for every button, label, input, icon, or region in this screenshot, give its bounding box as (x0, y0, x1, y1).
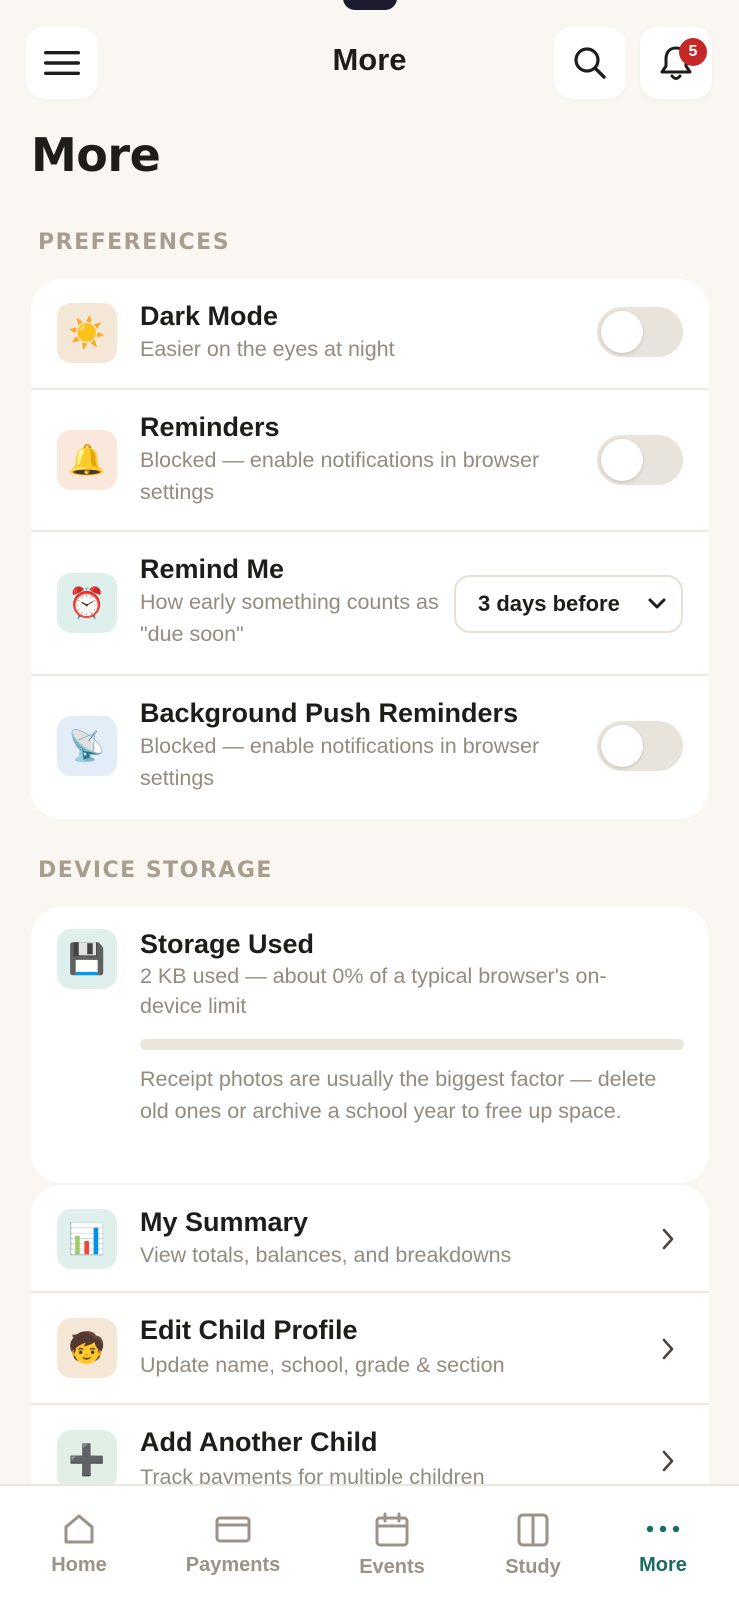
remind-me-selected-value: 3 days before (478, 591, 620, 616)
chevron-right-icon (662, 1228, 674, 1250)
storage-progress-bar (140, 1039, 684, 1050)
dark-mode-subtitle: Easier on the eyes at night (140, 337, 395, 361)
nav-events[interactable]: Events (327, 1486, 457, 1600)
add-another-child-title: Add Another Child (140, 1427, 378, 1457)
alarm-clock-icon: ⏰ (57, 573, 117, 633)
chevron-down-icon (648, 598, 666, 609)
chevron-right-icon (662, 1338, 674, 1360)
notifications-button[interactable]: 5 (640, 27, 712, 99)
nav-payments[interactable]: Payments (168, 1486, 298, 1600)
background-push-subtitle: Blocked — enable notifications in browse… (140, 734, 540, 790)
satellite-dish-icon: 📡 (57, 716, 117, 776)
background-push-toggle[interactable] (597, 721, 683, 771)
storage-card: 💾 Storage Used 2 KB used — about 0% of a… (31, 907, 709, 1183)
toggle-knob (601, 311, 643, 353)
reminders-subtitle: Blocked — enable notifications in browse… (140, 448, 540, 504)
remind-me-row: ⏰ Remind Me How early something counts a… (31, 532, 709, 676)
sun-icon: ☀️ (57, 303, 117, 363)
nav-study-label: Study (505, 1556, 561, 1578)
background-push-row: 📡 Background Push Reminders Blocked — en… (31, 676, 709, 819)
dark-mode-toggle[interactable] (597, 307, 683, 357)
nav-more[interactable]: More (598, 1486, 728, 1600)
child-icon: 🧒 (57, 1318, 117, 1378)
plus-icon: ➕ (57, 1430, 117, 1490)
toggle-knob (601, 439, 643, 481)
nav-home-label: Home (51, 1554, 107, 1576)
floppy-disk-icon: 💾 (57, 929, 117, 989)
nav-more-label: More (639, 1554, 687, 1576)
my-summary-subtitle: View totals, balances, and breakdowns (140, 1243, 512, 1267)
my-summary-row[interactable]: 📊 My Summary View totals, balances, and … (31, 1185, 709, 1293)
dark-mode-row: ☀️ Dark Mode Easier on the eyes at night (31, 279, 709, 390)
reminders-toggle[interactable] (597, 435, 683, 485)
edit-child-profile-row[interactable]: 🧒 Edit Child Profile Update name, school… (31, 1293, 709, 1405)
search-icon (574, 47, 606, 79)
page-title: More (31, 128, 161, 182)
calendar-icon (375, 1512, 409, 1547)
reminders-title: Reminders (140, 412, 280, 442)
storage-subtitle: 2 KB used — about 0% of a typical browse… (140, 964, 607, 1018)
book-icon (517, 1513, 549, 1547)
toggle-knob (601, 725, 643, 767)
remind-me-title: Remind Me (140, 554, 285, 584)
storage-note: Receipt photos are usually the biggest f… (140, 1067, 657, 1123)
search-button[interactable] (554, 27, 626, 99)
home-icon (64, 1514, 94, 1544)
top-bar: More 5 (0, 0, 739, 126)
remind-me-subtitle: How early something counts as "due soon" (140, 590, 439, 646)
more-dots-icon (646, 1525, 680, 1533)
nav-events-label: Events (359, 1556, 425, 1578)
remind-me-select[interactable]: 3 days before (454, 575, 683, 633)
preferences-card: ☀️ Dark Mode Easier on the eyes at night… (31, 279, 709, 819)
device-storage-section-label: DEVICE STORAGE (38, 858, 273, 883)
nav-home[interactable]: Home (14, 1486, 144, 1600)
reminders-row: 🔔 Reminders Blocked — enable notificatio… (31, 390, 709, 532)
background-push-title: Background Push Reminders (140, 698, 519, 728)
links-card: 📊 My Summary View totals, balances, and … (31, 1185, 709, 1515)
dark-mode-title: Dark Mode (140, 301, 279, 331)
edit-child-profile-subtitle: Update name, school, grade & section (140, 1353, 505, 1377)
card-icon (215, 1516, 251, 1543)
chevron-right-icon (662, 1450, 674, 1472)
edit-child-profile-title: Edit Child Profile (140, 1315, 358, 1345)
bell-icon: 🔔 (57, 430, 117, 490)
notification-badge: 5 (679, 38, 707, 66)
bar-chart-icon: 📊 (57, 1209, 117, 1269)
nav-study[interactable]: Study (468, 1486, 598, 1600)
nav-payments-label: Payments (185, 1554, 281, 1576)
preferences-section-label: PREFERENCES (38, 230, 231, 255)
header-title: More (332, 42, 407, 77)
bottom-navigation: Home Payments Events Study More (0, 1484, 739, 1600)
my-summary-title: My Summary (140, 1207, 309, 1237)
storage-title: Storage Used (140, 929, 315, 959)
